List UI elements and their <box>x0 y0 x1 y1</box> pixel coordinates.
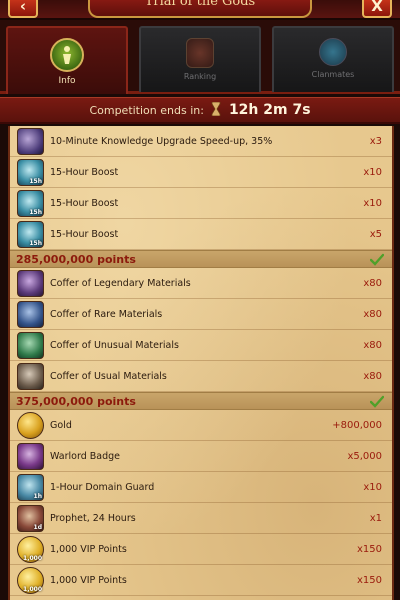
tab-clanmates[interactable]: Clanmates <box>272 26 394 92</box>
list-item: Coffer of Unusual Materials x80 <box>10 330 392 361</box>
reward-name: 15-Hour Boost <box>50 167 119 178</box>
list-item: Coffer of Usual Materials x80 <box>10 361 392 392</box>
list-item: 1,000 1,000 VIP Points x150 <box>10 534 392 565</box>
reward-name: Prophet, 24 Hours <box>50 513 136 524</box>
window-title: Trial of the Gods <box>88 0 312 18</box>
prophet-icon: 1d <box>17 505 44 532</box>
badge-icon <box>17 443 44 470</box>
tab-info-label: Info <box>58 76 76 86</box>
reward-name: Coffer of Usual Materials <box>50 371 167 382</box>
reward-quantity: x10 <box>363 198 382 209</box>
reward-quantity: x80 <box>363 309 382 320</box>
reward-name: Coffer of Legendary Materials <box>50 278 191 289</box>
reward-quantity: x150 <box>356 544 382 555</box>
reward-name: Coffer of Rare Materials <box>50 309 163 320</box>
list-item: Gold +800,000 <box>10 410 392 441</box>
reward-quantity: x3 <box>369 136 382 147</box>
tab-clanmates-label: Clanmates <box>311 70 355 79</box>
ranking-icon <box>186 38 214 68</box>
list-item: 10-Minute Knowledge Upgrade Speed-up, 35… <box>10 126 392 157</box>
list-item: 15h 15-Hour Boost x10 <box>10 157 392 188</box>
reward-quantity: x5,000 <box>347 451 382 462</box>
reward-name: Warlord Badge <box>50 451 120 462</box>
item-badge-text: 15h <box>29 240 42 247</box>
reward-name: Coffer of Unusual Materials <box>50 340 179 351</box>
check-icon <box>369 394 385 408</box>
coffer-icon <box>17 363 44 390</box>
reward-name: 15-Hour Boost <box>50 198 119 209</box>
tab-info[interactable]: Info <box>6 26 128 94</box>
list-item: Coffer of Rare Materials x80 <box>10 299 392 330</box>
competition-timer-bar: Competition ends in: 12h 2m 7s <box>0 97 400 124</box>
reward-quantity: x80 <box>363 278 382 289</box>
vip-icon: 1,000 <box>17 567 44 594</box>
reward-quantity: x10 <box>363 167 382 178</box>
list-item: 15h 15-Hour Boost x10 <box>10 188 392 219</box>
list-item: Coffer of Legendary Materials x80 <box>10 268 392 299</box>
clanmates-icon <box>319 38 347 66</box>
hourglass-icon <box>211 100 221 117</box>
item-badge-text: 15h <box>29 209 42 216</box>
list-item: 1d Prophet, 24 Hours x1 <box>10 503 392 534</box>
item-badge-text: 1h <box>33 493 42 500</box>
tab-ranking-label: Ranking <box>183 72 217 81</box>
reward-quantity: x80 <box>363 340 382 351</box>
competition-timer: 12h 2m 7s <box>228 102 311 118</box>
check-icon <box>369 252 385 266</box>
boost-icon: 15h <box>17 221 44 248</box>
tab-bar: Info Ranking Clanmates <box>0 20 400 94</box>
item-badge-text: 1,000 <box>23 555 42 562</box>
list-item: 1h 1-Hour Domain Guard x10 <box>10 472 392 503</box>
item-badge-text: 15h <box>29 178 42 185</box>
milestone-points: 375,000,000 points <box>16 395 136 408</box>
reward-name: 15-Hour Boost <box>50 229 119 240</box>
reward-name: 1,000 VIP Points <box>50 544 127 555</box>
tab-ranking[interactable]: Ranking <box>139 26 261 92</box>
reward-quantity: +800,000 <box>332 420 382 431</box>
reward-quantity: x150 <box>356 575 382 586</box>
reward-quantity: x80 <box>363 371 382 382</box>
top-bar: ‹ Trial of the Gods X <box>0 0 400 20</box>
boost-icon: 15h <box>17 159 44 186</box>
vip-icon: 1,000 <box>17 536 44 563</box>
reward-quantity: x5 <box>369 229 382 240</box>
item-badge-text: 1d <box>33 524 42 531</box>
coffer-icon <box>17 301 44 328</box>
book-icon <box>17 128 44 155</box>
reward-name: 10-Minute Knowledge Upgrade Speed-up, 35… <box>50 136 273 147</box>
close-button[interactable]: X <box>362 0 392 18</box>
coffer-icon <box>17 270 44 297</box>
reward-name: 1-Hour Domain Guard <box>50 482 155 493</box>
reward-quantity: x10 <box>363 482 382 493</box>
list-item: Warlord Badge x5,000 <box>10 441 392 472</box>
reward-name: 1,000 VIP Points <box>50 575 127 586</box>
list-item: 15h 15-Hour Boost x5 <box>10 219 392 250</box>
competition-label: Competition ends in: <box>89 104 204 117</box>
guard-icon: 1h <box>17 474 44 501</box>
info-icon <box>50 38 84 72</box>
milestone-header: 285,000,000 points <box>10 250 392 268</box>
coffer-icon <box>17 332 44 359</box>
list-item: 1,000 1,000 VIP Points x150 <box>10 565 392 596</box>
boost-icon: 15h <box>17 190 44 217</box>
milestone-header: 375,000,000 points <box>10 392 392 410</box>
gold-icon <box>17 412 44 439</box>
rewards-list[interactable]: 10-Minute Knowledge Upgrade Speed-up, 35… <box>8 126 394 600</box>
item-badge-text: 1,000 <box>23 586 42 593</box>
back-button[interactable]: ‹ <box>8 0 38 18</box>
reward-quantity: x1 <box>369 513 382 524</box>
milestone-points: 285,000,000 points <box>16 253 136 266</box>
reward-name: Gold <box>50 420 72 431</box>
